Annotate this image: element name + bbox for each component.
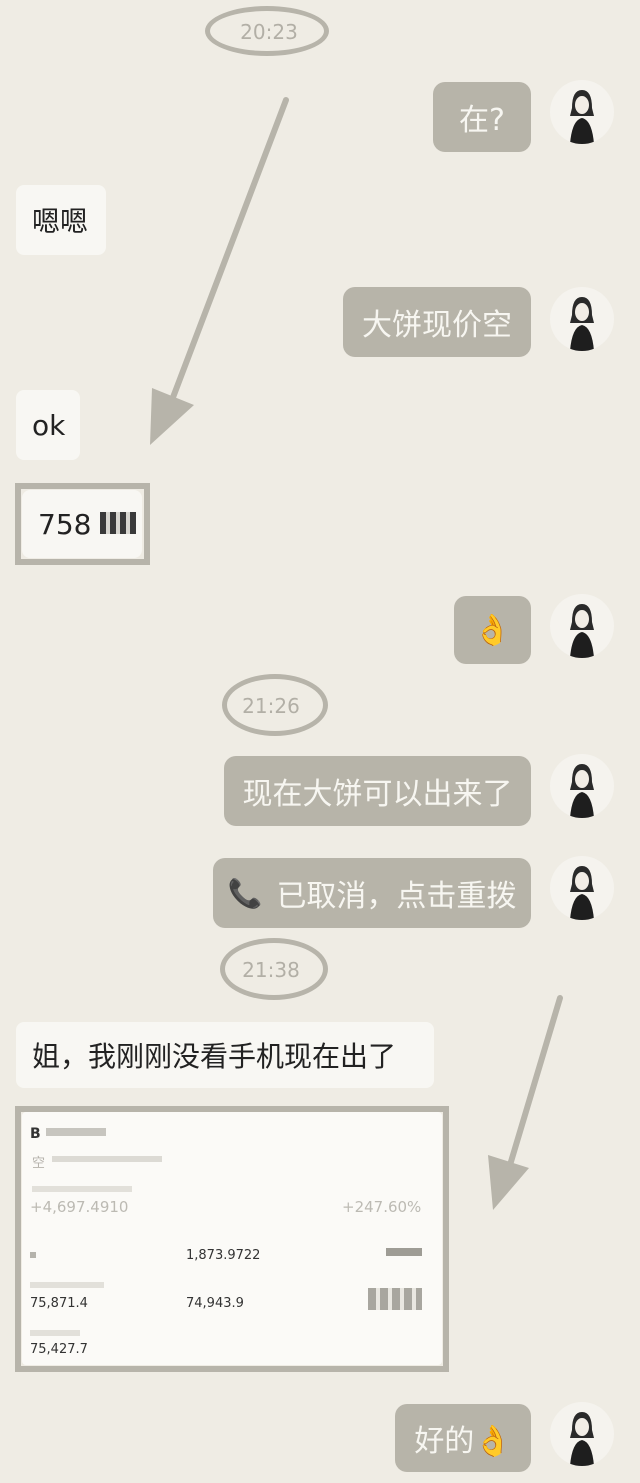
message-text: 好的👌 <box>414 1424 512 1459</box>
avatar-icon <box>570 866 594 920</box>
user-avatar[interactable] <box>550 856 614 920</box>
sent-message[interactable]: 在? <box>433 82 531 152</box>
received-message[interactable]: 姐，我刚刚没看手机现在出了 <box>16 1022 434 1088</box>
avatar-icon <box>570 764 594 818</box>
timestamp: 21:26 <box>242 694 300 718</box>
timestamp: 20:23 <box>240 20 298 44</box>
user-avatar[interactable] <box>550 287 614 351</box>
phone-icon: 📞 <box>227 876 263 910</box>
avatar-icon <box>570 90 594 144</box>
message-text: 大饼现价空 <box>362 308 512 343</box>
user-avatar[interactable] <box>550 594 614 658</box>
user-avatar[interactable] <box>550 80 614 144</box>
timestamp: 21:38 <box>242 958 300 982</box>
sent-message[interactable]: 👌 <box>454 596 531 664</box>
message-text: 已取消，点击重拨 <box>276 879 517 914</box>
user-avatar[interactable] <box>550 1402 614 1466</box>
sent-message[interactable]: 现在大饼可以出来了 <box>224 756 531 826</box>
highlight-box <box>15 1106 449 1372</box>
user-avatar[interactable] <box>550 754 614 818</box>
received-message[interactable]: ok <box>16 390 80 460</box>
message-text: 现在大饼可以出来了 <box>242 777 513 812</box>
avatar-icon <box>570 297 594 351</box>
message-text: ok <box>32 408 66 442</box>
sent-message[interactable]: 大饼现价空 <box>343 287 531 357</box>
call-message[interactable]: 📞 已取消，点击重拨 <box>213 858 531 928</box>
avatar-icon <box>570 1412 594 1466</box>
received-message[interactable]: 嗯嗯 <box>16 185 106 255</box>
message-text: 👌 <box>473 612 512 648</box>
sent-message[interactable]: 好的👌 <box>395 1404 531 1472</box>
message-text: 嗯嗯 <box>32 205 89 238</box>
message-text: 在? <box>459 103 505 138</box>
highlight-box <box>15 483 150 565</box>
message-text: 姐，我刚刚没看手机现在出了 <box>32 1040 397 1073</box>
avatar-icon <box>570 604 594 658</box>
